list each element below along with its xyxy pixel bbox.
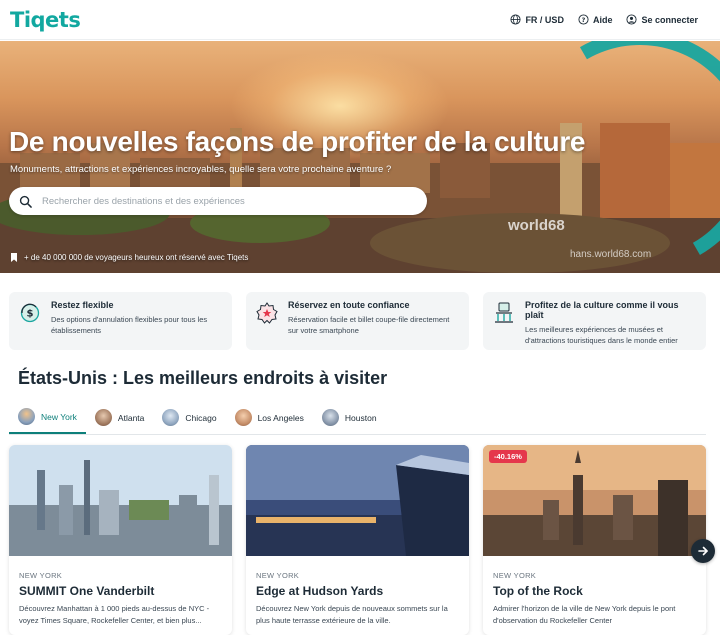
card-title: Top of the Rock	[493, 584, 583, 598]
header-links: FR / USD ? Aide Se connecter	[510, 14, 698, 25]
feature-title: Restez flexible	[51, 300, 114, 310]
card-location: NEW YORK	[19, 571, 63, 580]
globe-icon	[510, 14, 521, 25]
card-image	[9, 445, 232, 556]
tab-label: New York	[41, 411, 77, 422]
help-label: Aide	[592, 14, 613, 25]
help-button[interactable]: ? Aide	[578, 14, 613, 25]
feature-text: Les meilleures expériences de musées et …	[525, 325, 678, 345]
card-title: Edge at Hudson Yards	[256, 584, 384, 598]
tiqets-logo[interactable]: Tiqets	[10, 8, 81, 32]
svg-text:$: $	[27, 309, 34, 320]
tab-chicago[interactable]: Chicago	[153, 401, 225, 434]
city-thumbnail	[94, 409, 112, 426]
login-button[interactable]: Se connecter	[626, 14, 698, 25]
feature-title: Profitez de la culture comme il vous pla…	[525, 300, 679, 320]
watermark-url: hans.world68.com	[570, 249, 652, 260]
trust-banner: + de 40 000 000 de voyageurs heureux ont…	[10, 253, 248, 262]
watermark-logo: world68	[508, 217, 565, 234]
museum-icon	[495, 302, 513, 323]
tab-label: Houston	[344, 412, 377, 423]
card-location: NEW YORK	[256, 571, 300, 580]
tab-los-angeles[interactable]: Los Angeles	[226, 401, 313, 434]
user-icon	[626, 14, 638, 25]
card-location: NEW YORK	[493, 571, 537, 580]
city-thumbnail	[18, 408, 35, 425]
discount-badge: -40.16%	[489, 450, 527, 463]
tab-atlanta[interactable]: Atlanta	[86, 401, 153, 434]
bookmark-icon	[11, 253, 17, 262]
hero-title: De nouvelles façons de profiter de la cu…	[9, 126, 586, 157]
section-title: États-Unis : Les meilleurs endroits à vi…	[18, 368, 388, 388]
city-thumbnail	[321, 409, 339, 426]
refund-icon: $	[20, 303, 40, 323]
card-description: Admirer l'horizon de la ville de New Yor…	[493, 604, 676, 625]
search-input[interactable]	[42, 195, 412, 207]
tab-label: Atlanta	[117, 412, 145, 423]
tab-label: Los Angeles	[257, 412, 304, 423]
card-title: SUMMIT One Vanderbilt	[19, 584, 155, 598]
search-icon	[19, 195, 32, 208]
product-card[interactable]: NEW YORK SUMMIT One Vanderbilt Découvrez…	[9, 445, 232, 635]
top-header: Tiqets FR / USD ? Aide Se connecter	[0, 0, 720, 40]
currency-label: FR / USD	[525, 14, 564, 25]
feature-card: Profitez de la culture comme il vous pla…	[483, 292, 706, 350]
feature-text: Des options d'annulation flexibles pour …	[51, 315, 208, 335]
product-card[interactable]: NEW YORK Edge at Hudson Yards Découvrez …	[246, 445, 469, 635]
tab-houston[interactable]: Houston	[313, 401, 386, 434]
help-icon: ?	[578, 14, 589, 25]
card-description: Découvrez New York depuis de nouveaux so…	[256, 604, 448, 625]
badge-icon	[256, 302, 278, 324]
login-label: Se connecter	[641, 14, 698, 25]
feature-list: $ Restez flexible Des options d'annulati…	[9, 292, 706, 350]
city-tabs: New York Atlanta Chicago Los Angeles Hou…	[9, 401, 706, 435]
carousel-next-button[interactable]	[691, 539, 715, 563]
tab-label: Chicago	[185, 412, 217, 423]
product-card-list: NEW YORK SUMMIT One Vanderbilt Découvrez…	[9, 445, 706, 635]
city-thumbnail	[162, 409, 180, 426]
hero-banner: De nouvelles façons de profiter de la cu…	[0, 41, 720, 273]
tab-new-york[interactable]: New York	[9, 401, 86, 434]
product-card[interactable]: -40.16% NEW YORK Top of the Rock Admirer…	[483, 445, 706, 635]
card-image	[246, 445, 469, 556]
search-bar[interactable]	[9, 187, 427, 215]
trust-text: + de 40 000 000 de voyageurs heureux ont…	[24, 253, 249, 262]
hero-subtitle: Monuments, attractions et expériences in…	[10, 164, 392, 175]
card-description: Découvrez Manhattan à 1 000 pieds au-des…	[19, 604, 210, 625]
feature-card: Réservez en toute confiance Réservation …	[246, 292, 469, 350]
svg-text:?: ?	[582, 16, 586, 24]
city-thumbnail	[234, 409, 252, 426]
feature-card: $ Restez flexible Des options d'annulati…	[9, 292, 232, 350]
arrow-right-icon	[698, 546, 708, 556]
feature-text: Réservation facile et billet coupe-file …	[288, 315, 450, 335]
feature-title: Réservez en toute confiance	[288, 300, 410, 310]
currency-language-button[interactable]: FR / USD	[510, 14, 564, 25]
